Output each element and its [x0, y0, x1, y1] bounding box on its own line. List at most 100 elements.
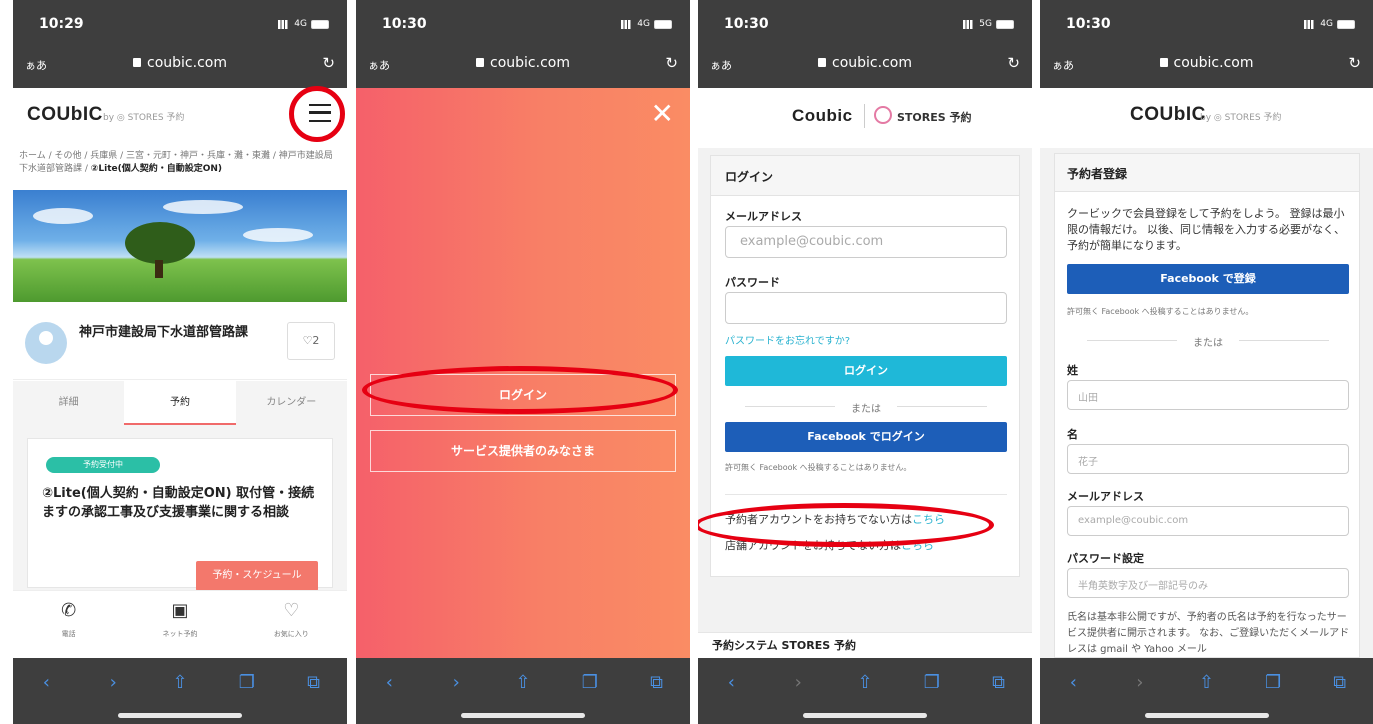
- bookmarks-icon[interactable]: ❐: [1261, 672, 1285, 693]
- bookmarks-icon[interactable]: ❐: [920, 672, 944, 693]
- favorite-count-button[interactable]: ♡2: [287, 322, 335, 360]
- status-bar: 10:30 5G: [698, 0, 1032, 44]
- coubic-logo[interactable]: COUbIC: [27, 104, 103, 126]
- share-icon[interactable]: ⇧: [853, 672, 877, 693]
- status-bar: 10:29 4G: [13, 0, 347, 44]
- forgot-password-link[interactable]: パスワードをお忘れですか?: [725, 332, 850, 347]
- back-icon[interactable]: ‹: [34, 672, 58, 693]
- breadcrumb-current: ②Lite(個人契約・自動設定ON): [90, 164, 223, 174]
- net-reservation-action[interactable]: ▣ ネット予約: [124, 591, 235, 658]
- last-name-field[interactable]: 山田: [1067, 380, 1349, 410]
- home-indicator: [461, 713, 585, 718]
- tree-trunk: [155, 260, 163, 278]
- heart-icon: ♡: [283, 600, 300, 621]
- status-bar: 10:30 4G: [356, 0, 690, 44]
- login-submit-button[interactable]: ログイン: [725, 356, 1007, 386]
- coubic-logo[interactable]: COUbIC: [1130, 104, 1206, 126]
- reload-icon[interactable]: ↻: [1348, 54, 1361, 72]
- signal-indicator: 5G: [963, 19, 1014, 29]
- email-field[interactable]: example@coubic.com: [1067, 506, 1349, 536]
- password-field[interactable]: 半角英数字及び一部記号のみ: [1067, 568, 1349, 598]
- share-icon[interactable]: ⇧: [168, 672, 192, 693]
- forward-icon[interactable]: ›: [786, 672, 810, 693]
- tab-details[interactable]: 詳細: [13, 381, 124, 425]
- forward-icon[interactable]: ›: [1128, 672, 1152, 693]
- bookmarks-icon[interactable]: ❐: [578, 672, 602, 693]
- forward-icon[interactable]: ›: [101, 672, 125, 693]
- close-icon[interactable]: ✕: [651, 100, 674, 128]
- tabs-icon[interactable]: ⧉: [987, 672, 1011, 693]
- register-intro: クービックで会員登録をして予約をしよう。 登録は最小限の情報だけ。 以後、同じ情…: [1067, 207, 1345, 252]
- facebook-note: 許可無く Facebook へ投稿することはありません。: [1067, 307, 1254, 316]
- facebook-register-button[interactable]: Facebook で登録: [1067, 264, 1349, 294]
- email-label: メールアドレス: [725, 210, 802, 223]
- signal-indicator: 4G: [278, 19, 329, 29]
- bookmarks-icon[interactable]: ❐: [235, 672, 259, 693]
- reload-icon[interactable]: ↻: [1007, 54, 1020, 72]
- tab-bar: 詳細 予約 カレンダー: [13, 381, 347, 425]
- facebook-note: 許可無く Facebook へ投稿することはありません。: [725, 463, 912, 472]
- status-time: 10:30: [382, 16, 427, 32]
- password-field[interactable]: [725, 292, 1007, 324]
- home-indicator: [803, 713, 927, 718]
- tabs-icon[interactable]: ⧉: [1328, 672, 1352, 693]
- register-section: 予約者登録 クービックで会員登録をして予約をしよう。 登録は最小限の情報だけ。 …: [1040, 148, 1373, 658]
- plan-title[interactable]: ②Lite(個人契約・自動設定ON) 取付管・接続ますの承認工事及び支援事業に関…: [42, 484, 326, 522]
- signal-indicator: 4G: [621, 19, 672, 29]
- call-label: 電話: [61, 630, 76, 638]
- service-provider-button[interactable]: サービス提供者のみなさま: [370, 430, 676, 472]
- plan-card[interactable]: 予約受付中 ②Lite(個人契約・自動設定ON) 取付管・接続ますの承認工事及び…: [27, 438, 333, 591]
- organization-row: 神戸市建設局下水道部管路課 ♡2: [13, 302, 347, 380]
- status-time: 10:29: [39, 16, 84, 32]
- last-name-label: 姓: [1067, 364, 1078, 377]
- share-icon[interactable]: ⇧: [511, 672, 535, 693]
- share-icon[interactable]: ⇧: [1194, 672, 1218, 693]
- site-header: Coubic STORES 予約: [698, 88, 1032, 148]
- stores-logo: STORES 予約: [874, 106, 972, 125]
- url-field[interactable]: coubic.com: [356, 55, 690, 71]
- login-section: ログイン メールアドレス example@coubic.com パスワード パス…: [698, 148, 1032, 658]
- email-field[interactable]: example@coubic.com: [725, 226, 1007, 258]
- network-type: 4G: [1320, 19, 1333, 29]
- password-label: パスワード: [725, 276, 780, 289]
- logo-divider: [864, 104, 865, 128]
- url-field[interactable]: coubic.com: [698, 55, 1032, 71]
- divider: [725, 494, 1007, 495]
- browser-toolbar: ‹ › ⇧ ❐ ⧉: [1040, 658, 1373, 724]
- tabs-icon[interactable]: ⧉: [302, 672, 326, 693]
- first-name-label: 名: [1067, 428, 1078, 441]
- url-field[interactable]: coubic.com: [1040, 55, 1373, 71]
- organization-name[interactable]: 神戸市建設局下水道部管路課: [79, 324, 259, 341]
- coubic-logo[interactable]: Coubic: [792, 106, 853, 126]
- back-icon[interactable]: ‹: [719, 672, 743, 693]
- or-divider: または: [725, 400, 1007, 415]
- password-label: パスワード設定: [1067, 552, 1144, 565]
- network-type: 4G: [637, 19, 650, 29]
- browser-address-bar: ぁあ coubic.com ↻: [356, 44, 690, 88]
- first-name-field[interactable]: 花子: [1067, 444, 1349, 474]
- schedule-button[interactable]: 予約・スケジュール: [196, 561, 318, 591]
- call-action[interactable]: ✆ 電話: [13, 591, 124, 658]
- network-type: 5G: [979, 19, 992, 29]
- favorite-label: お気に入り: [273, 630, 309, 638]
- url-field[interactable]: coubic.com: [13, 55, 347, 71]
- status-time: 10:30: [1066, 16, 1111, 32]
- register-card: 予約者登録 クービックで会員登録をして予約をしよう。 登録は最小限の情報だけ。 …: [1054, 153, 1360, 658]
- reload-icon[interactable]: ↻: [665, 54, 678, 72]
- reload-icon[interactable]: ↻: [322, 54, 335, 72]
- tree-canopy: [125, 222, 195, 264]
- forward-icon[interactable]: ›: [444, 672, 468, 693]
- battery-icon: [996, 19, 1014, 29]
- facebook-login-button[interactable]: Facebook でログイン: [725, 422, 1007, 452]
- signal-icon: [963, 19, 976, 29]
- tabs-icon[interactable]: ⧉: [645, 672, 669, 693]
- tab-reservation[interactable]: 予約: [124, 381, 236, 425]
- back-icon[interactable]: ‹: [1061, 672, 1085, 693]
- status-bar: 10:30 4G: [1040, 0, 1373, 44]
- phone-screen-register: 10:30 4G ぁあ coubic.com ↻ COUbIC by ◎ STO…: [1040, 0, 1373, 724]
- lock-icon: [476, 58, 485, 67]
- back-icon[interactable]: ‹: [377, 672, 401, 693]
- tab-calendar[interactable]: カレンダー: [236, 381, 347, 425]
- battery-icon: [1337, 19, 1355, 29]
- favorite-action[interactable]: ♡ お気に入り: [236, 591, 347, 658]
